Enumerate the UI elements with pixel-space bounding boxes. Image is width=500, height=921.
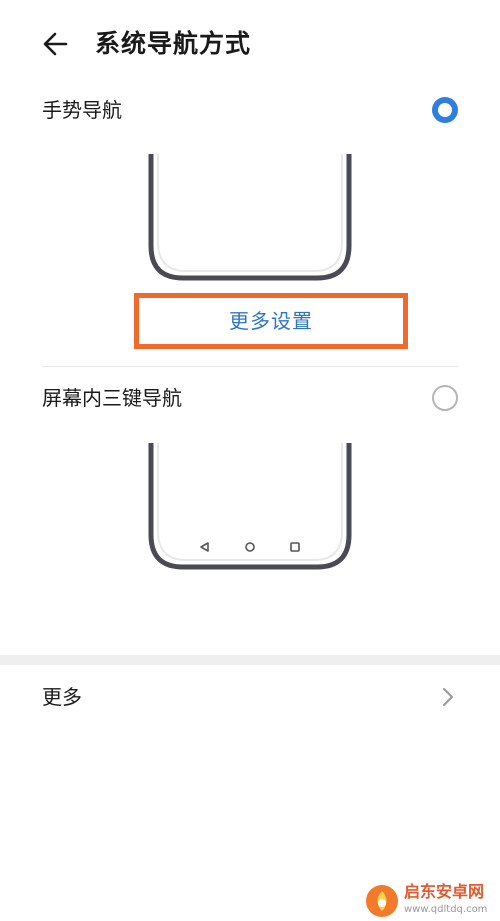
more-label: 更多 — [42, 685, 82, 709]
back-triangle-icon — [200, 542, 209, 552]
back-button[interactable] — [36, 24, 76, 64]
radio-selected[interactable] — [432, 97, 458, 123]
divider — [42, 366, 458, 367]
watermark-brand: 启东安卓网 — [404, 882, 485, 901]
header: 系统导航方式 — [0, 0, 500, 88]
option-three-key-navigation[interactable]: 屏幕内三键导航 — [0, 368, 500, 428]
option-label: 手势导航 — [42, 98, 122, 122]
chevron-right-icon — [443, 688, 453, 706]
logo-icon — [366, 885, 398, 917]
radio-unselected[interactable] — [432, 385, 458, 411]
arrow-left-icon — [43, 32, 68, 56]
recents-square-icon — [290, 542, 300, 552]
page-title: 系统导航方式 — [95, 29, 252, 58]
watermark-url: www.qdltdq.com — [404, 904, 488, 915]
more-settings-label: 更多设置 — [229, 309, 313, 333]
watermark: 启东安卓网 www.qdltdq.com — [364, 881, 492, 921]
gesture-phone-illustration — [148, 154, 352, 281]
option-gesture-navigation[interactable]: 手势导航 — [0, 80, 500, 140]
more-settings-button[interactable]: 更多设置 — [134, 293, 408, 349]
home-circle-icon — [245, 542, 255, 552]
three-key-phone-illustration — [148, 443, 352, 570]
section-divider — [0, 655, 500, 665]
option-label: 屏幕内三键导航 — [42, 386, 182, 410]
more-row[interactable]: 更多 — [0, 668, 500, 726]
